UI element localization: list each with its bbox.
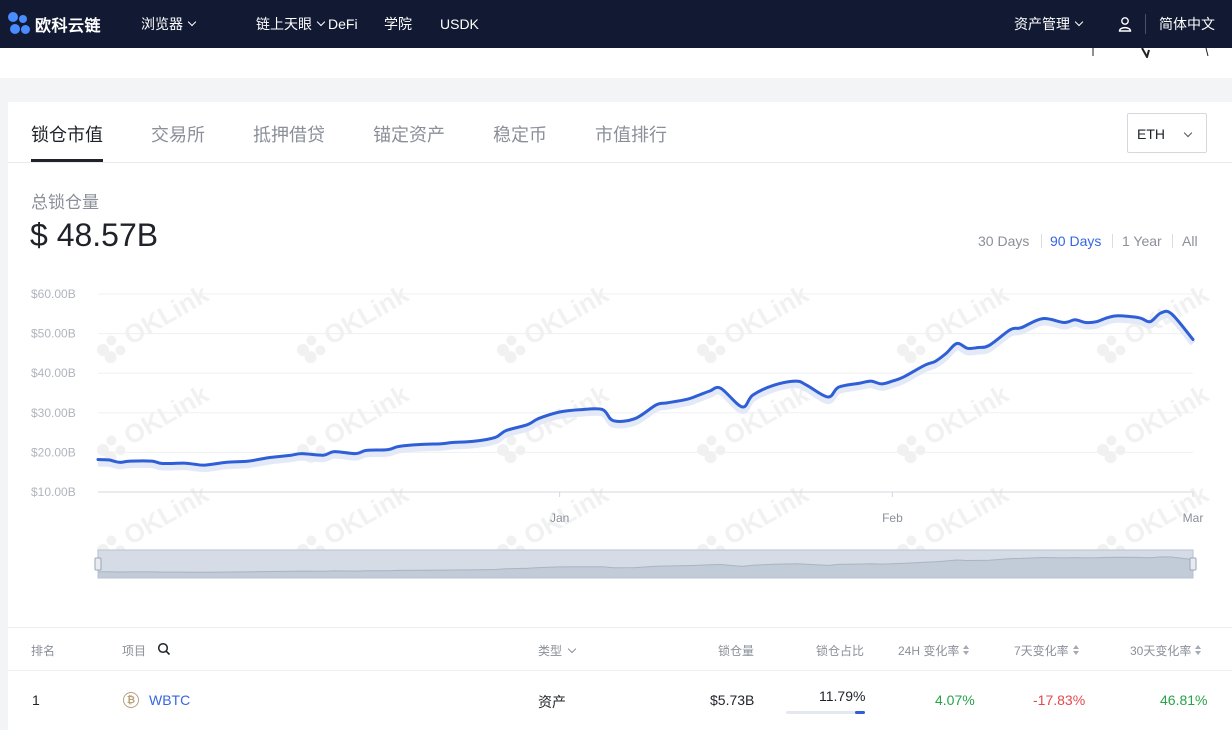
- chevron-down-icon: [1074, 17, 1084, 27]
- row-share: 11.79%: [819, 688, 866, 704]
- row-rank: 1: [32, 692, 40, 708]
- y-tick-label: $40.00B: [31, 366, 76, 380]
- watermark: OKLink: [897, 378, 1015, 464]
- watermark-text: OKLink: [519, 278, 615, 350]
- logo[interactable]: 欧科云链: [8, 12, 101, 36]
- watermark-text: OKLink: [119, 378, 215, 450]
- watermark: OKLink: [497, 378, 614, 464]
- chevron-down-icon: [567, 644, 577, 654]
- sort-icon: [963, 645, 970, 656]
- logo-icon: [8, 12, 32, 36]
- banner-decoration: [1092, 48, 1209, 58]
- nav-divider: [1145, 14, 1146, 34]
- asset-management-label: 资产管理: [1014, 16, 1070, 32]
- tvl-card: 锁仓市值 交易所 抵押借贷 锚定资产 稳定币 市值排行 ETH 总锁仓量 $ 4…: [8, 102, 1232, 730]
- header-change-7d-sort[interactable]: 7天变化率: [1014, 642, 1080, 659]
- watermark-text: OKLink: [719, 278, 815, 350]
- header-type: 类型: [538, 644, 563, 658]
- watermark-text: OKLink: [319, 378, 415, 450]
- user-icon[interactable]: [1118, 16, 1132, 32]
- series-line-shadow: [97, 312, 1196, 473]
- language-label: 简体中文: [1159, 16, 1215, 32]
- navigator-handle-right[interactable]: [1189, 557, 1197, 571]
- nav-browser-label: 浏览器: [141, 16, 183, 32]
- tvl-line-chart[interactable]: OKLink OKLink OKLink OKLink OKLink OKLink OKLi…: [8, 102, 1232, 627]
- watermark: OKLink: [1097, 378, 1215, 464]
- y-tick-label: $50.00B: [31, 327, 76, 341]
- watermark-text: OKLink: [319, 478, 415, 550]
- nav-onchain-eye-label: 链上天眼: [256, 16, 312, 32]
- y-tick-label: $10.00B: [31, 485, 76, 499]
- row-change-24h: 4.07%: [935, 692, 975, 708]
- chevron-down-icon: [187, 17, 197, 27]
- nav-onchain-eye[interactable]: 链上天眼: [256, 0, 326, 48]
- row-locked: $5.73B: [710, 692, 755, 708]
- top-nav: 欧科云链 浏览器 链上天眼 DeFi 学院 USDK 资产管理 简体中文: [0, 0, 1232, 48]
- x-tick-label: Jan: [550, 511, 569, 525]
- top-banner-strip: [0, 48, 1232, 78]
- x-tick-label: Feb: [882, 511, 903, 525]
- watermark: OKLink: [97, 378, 215, 464]
- bitcoin-icon: ₿: [123, 692, 139, 708]
- nav-academy[interactable]: 学院: [384, 0, 412, 48]
- y-tick-label: $60.00B: [31, 287, 76, 301]
- watermark-text: OKLink: [919, 478, 1015, 550]
- watermark-text: OKLink: [119, 278, 215, 350]
- watermark: OKLink: [97, 278, 215, 364]
- brand-name: 欧科云链: [35, 18, 102, 35]
- sort-icon: [1072, 645, 1080, 656]
- header-type-filter[interactable]: 类型: [538, 642, 577, 659]
- header-change-24h: 24H 变化率: [898, 644, 960, 658]
- series-line: [96, 309, 1195, 467]
- nav-usdk[interactable]: USDK: [440, 0, 479, 48]
- header-change-24h-sort[interactable]: 24H 变化率: [898, 642, 970, 659]
- share-progress-bar: [786, 711, 865, 714]
- nav-defi-label: DeFi: [328, 16, 358, 32]
- row-type: 资产: [538, 694, 566, 710]
- search-icon[interactable]: [157, 642, 171, 656]
- header-locked: 锁仓量: [718, 644, 755, 658]
- watermark-text: OKLink: [319, 278, 415, 350]
- share-progress-fill: [855, 711, 865, 714]
- row-change-7d: -17.83%: [1033, 692, 1086, 708]
- watermark-text: OKLink: [919, 378, 1015, 450]
- y-tick-label: $20.00B: [31, 445, 76, 459]
- nav-usdk-label: USDK: [440, 16, 479, 32]
- x-tick-label: Mar: [1183, 511, 1204, 525]
- header-project: 项目: [122, 644, 147, 658]
- language-selector[interactable]: 简体中文: [1159, 0, 1215, 48]
- chevron-down-icon: [316, 17, 326, 27]
- nav-academy-label: 学院: [384, 16, 412, 32]
- nav-browser[interactable]: 浏览器: [141, 0, 197, 48]
- table-header: 排名 项目 类型 锁仓量 锁仓占比 24H 变化率 7天变化率 30天变化率: [8, 627, 1232, 671]
- watermark-text: OKLink: [719, 478, 815, 550]
- header-rank: 排名: [31, 644, 56, 658]
- watermark-text: OKLink: [1119, 378, 1215, 450]
- watermark: OKLink: [297, 278, 415, 364]
- watermark-text: OKLink: [119, 478, 215, 550]
- navigator-handle-left[interactable]: [94, 557, 102, 571]
- header-change-30d-sort[interactable]: 30天变化率: [1130, 642, 1202, 659]
- header-share: 锁仓占比: [816, 644, 865, 658]
- y-tick-label: $30.00B: [31, 406, 76, 420]
- asset-management-menu[interactable]: 资产管理: [1014, 0, 1084, 48]
- watermark: OKLink: [497, 278, 615, 364]
- header-change-30d: 30天变化率: [1130, 644, 1192, 658]
- sort-icon: [1195, 645, 1202, 656]
- nav-defi[interactable]: DeFi: [328, 0, 358, 48]
- header-change-7d: 7天变化率: [1014, 644, 1069, 658]
- row-project-link[interactable]: WBTC: [149, 692, 190, 708]
- watermark: OKLink: [697, 278, 815, 364]
- row-change-30d: 46.81%: [1160, 692, 1208, 708]
